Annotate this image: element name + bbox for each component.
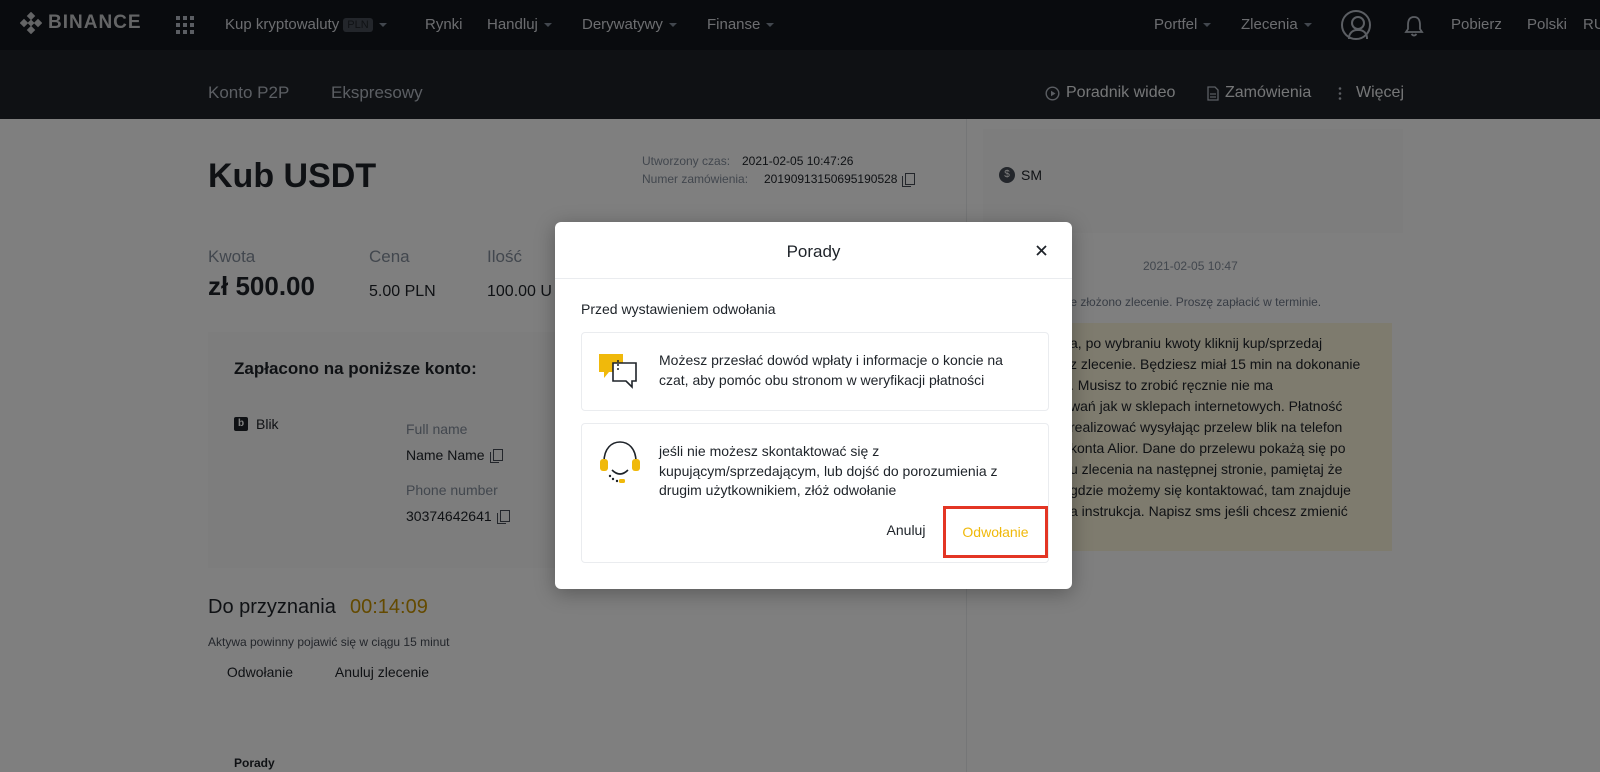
- cancel-button[interactable]: Anuluj: [880, 518, 932, 542]
- tip-line: czat, aby pomóc obu stronom w weryfikacj…: [659, 371, 985, 388]
- headset-support-icon: [600, 441, 640, 483]
- tip-card-chat: Możesz przesłać dowód wpłaty i informacj…: [581, 332, 1049, 411]
- tip-line: Możesz przesłać dowód wpłaty i informacj…: [659, 352, 1003, 368]
- close-icon: [1035, 244, 1047, 256]
- tip-appeal-text: jeśli nie możesz skontaktować się z kupu…: [659, 442, 998, 501]
- tip-line: drugim użytkownikiem, złóż odwołanie: [659, 482, 897, 498]
- modal-title: Porady: [786, 242, 841, 261]
- tip-chat-text: Możesz przesłać dowód wpłaty i informacj…: [659, 351, 1003, 390]
- appeal-button-label: Odwołanie: [962, 524, 1029, 540]
- appeal-button[interactable]: Odwołanie: [943, 506, 1048, 558]
- tip-line: kupującym/sprzedającym, lub dojść do por…: [659, 462, 998, 479]
- chat-bubbles-icon: [599, 354, 637, 389]
- modal-subtitle: Przed wystawieniem odwołania: [581, 301, 776, 317]
- close-button[interactable]: [1031, 240, 1051, 260]
- modal-header: Porady: [555, 222, 1072, 279]
- tips-modal: Porady Przed wystawieniem odwołania Może…: [555, 222, 1072, 589]
- tip-line: jeśli nie możesz skontaktować się z: [659, 443, 880, 459]
- tip-card-appeal: jeśli nie możesz skontaktować się z kupu…: [581, 423, 1049, 563]
